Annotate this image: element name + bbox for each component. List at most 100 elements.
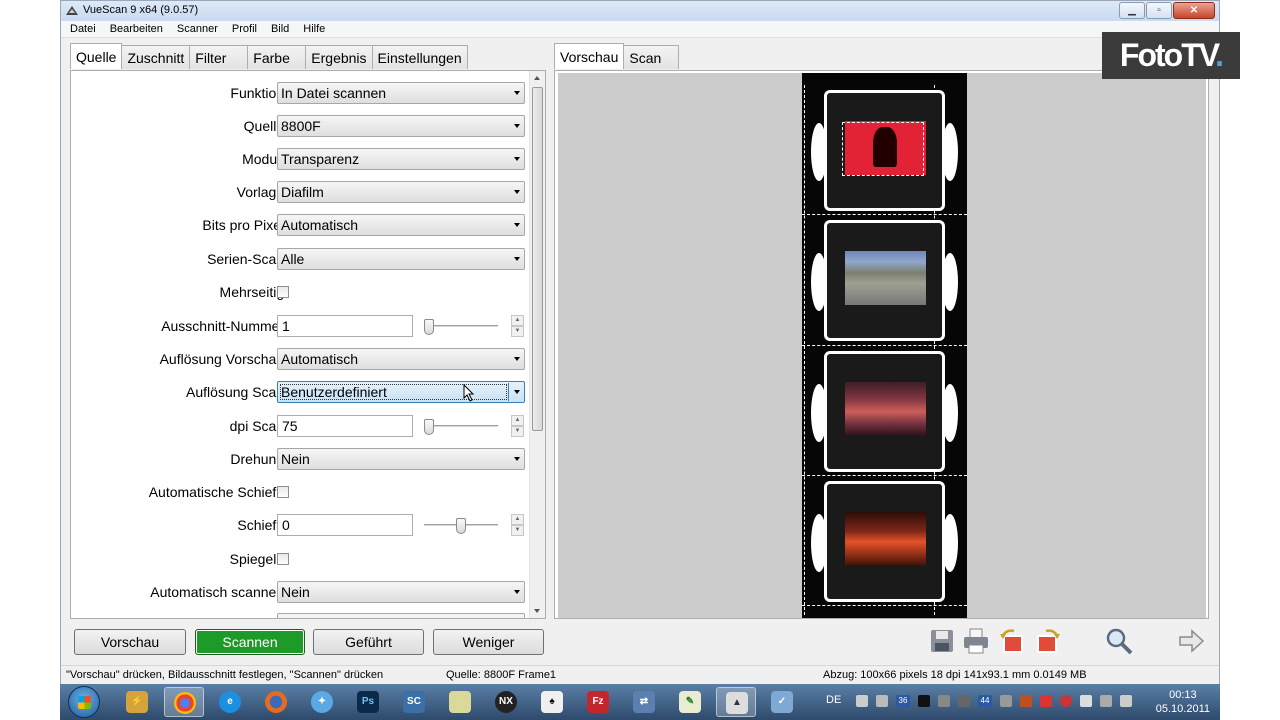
device-icon[interactable] xyxy=(938,695,950,707)
print-icon[interactable] xyxy=(962,627,990,655)
schiefe-input[interactable]: 0 xyxy=(277,514,413,536)
rotate-left-icon[interactable] xyxy=(998,627,1026,655)
speaker-icon[interactable] xyxy=(1000,695,1012,707)
maximize-button[interactable]: ▫ xyxy=(1146,2,1172,19)
aufl-vorschau-select[interactable]: Automatisch xyxy=(277,348,525,370)
menu-bearbeiten[interactable]: Bearbeiten xyxy=(101,21,168,37)
scannen-button[interactable]: Scannen xyxy=(195,629,305,655)
spin-down-icon[interactable]: ▼ xyxy=(511,326,524,337)
menu-datei[interactable]: Datei xyxy=(61,21,101,37)
spiegeln-checkbox[interactable] xyxy=(277,553,289,565)
weniger-button[interactable]: Weniger xyxy=(433,629,544,655)
ausschnitt-slider[interactable] xyxy=(424,319,498,335)
taskbar-network[interactable]: ⇄ xyxy=(624,687,664,717)
slider-thumb[interactable] xyxy=(456,518,466,534)
mehrseitig-checkbox[interactable] xyxy=(277,286,289,298)
minimize-button[interactable]: ▁ xyxy=(1119,2,1145,19)
slide-frame-2[interactable] xyxy=(811,220,958,341)
dpi-spinner[interactable]: ▲ ▼ xyxy=(511,415,524,437)
scroll-up-icon[interactable] xyxy=(534,76,540,80)
gefuehrt-button[interactable]: Geführt xyxy=(313,629,424,655)
spin-down-icon[interactable]: ▼ xyxy=(511,426,524,437)
app-tray-icon[interactable] xyxy=(1020,695,1032,707)
taskbar-sc[interactable]: SC xyxy=(394,687,434,717)
badge-44[interactable]: 44 xyxy=(978,695,992,707)
auto-schiefe-checkbox[interactable] xyxy=(277,486,289,498)
taskbar-nx2[interactable]: NX xyxy=(486,687,526,717)
taskbar-clock[interactable]: 00:13 05.10.2011 xyxy=(1156,688,1210,716)
spin-up-icon[interactable]: ▲ xyxy=(511,415,524,426)
slider-thumb[interactable] xyxy=(424,419,434,435)
flag-icon[interactable] xyxy=(1080,695,1092,707)
taskbar-settings[interactable]: ✓ xyxy=(762,687,802,717)
taskbar-photoshop[interactable]: Ps xyxy=(348,687,388,717)
language-indicator[interactable]: DE xyxy=(826,694,841,706)
tab-ergebnis[interactable]: Ergebnis xyxy=(305,45,373,69)
taskbar-firefox[interactable] xyxy=(256,687,296,717)
spin-up-icon[interactable]: ▲ xyxy=(511,315,524,326)
vorschau-button[interactable]: Vorschau xyxy=(74,629,186,655)
bits-select[interactable]: Automatisch xyxy=(277,214,525,236)
tab-quelle[interactable]: Quelle xyxy=(70,43,123,69)
monitor-icon[interactable] xyxy=(918,695,930,707)
schiefe-spinner[interactable]: ▲ ▼ xyxy=(511,514,524,536)
tab-einstellungen[interactable]: Einstellungen xyxy=(371,45,468,69)
crop-selection-box[interactable] xyxy=(842,122,924,176)
tab-vorschau[interactable]: Vorschau xyxy=(554,43,625,69)
ausschnitt-spinner[interactable]: ▲ ▼ xyxy=(511,315,524,337)
taskbar-internet-explorer[interactable]: e xyxy=(210,687,250,717)
schiefe-slider[interactable] xyxy=(424,518,498,534)
next-arrow-icon[interactable] xyxy=(1177,627,1205,655)
film-strip[interactable] xyxy=(802,73,967,618)
menu-hilfe[interactable]: Hilfe xyxy=(294,21,330,37)
taskbar-safari[interactable]: ✦ xyxy=(302,687,342,717)
taskbar-notes[interactable] xyxy=(440,687,480,717)
modus-select[interactable]: Transparenz xyxy=(277,148,525,170)
pen-icon[interactable] xyxy=(876,695,888,707)
tab-farbe[interactable]: Farbe xyxy=(247,45,307,69)
ausschnitt-input[interactable]: 1 xyxy=(277,315,413,337)
vorlage-select[interactable]: Diafilm xyxy=(277,181,525,203)
dpi-input[interactable]: 75 xyxy=(277,415,413,437)
close-button[interactable]: ✕ xyxy=(1173,2,1215,19)
zoom-icon[interactable] xyxy=(1105,627,1133,655)
network-tray-icon[interactable] xyxy=(1100,695,1112,707)
dpi-slider[interactable] xyxy=(424,419,498,435)
menu-profil[interactable]: Profil xyxy=(223,21,262,37)
auto-scannen-select[interactable]: Nein xyxy=(277,581,525,603)
tab-scan[interactable]: Scan xyxy=(623,45,680,69)
slider-thumb[interactable] xyxy=(424,319,434,335)
taskbar-chrome[interactable] xyxy=(164,687,204,717)
volume-icon[interactable] xyxy=(1120,695,1132,707)
badge-36[interactable]: 36 xyxy=(896,695,910,707)
save-icon[interactable] xyxy=(928,627,956,655)
start-button[interactable] xyxy=(68,686,100,718)
slide-frame-3[interactable] xyxy=(811,351,958,472)
quelle-select[interactable]: 8800F xyxy=(277,115,525,137)
scroll-thumb[interactable] xyxy=(532,87,543,431)
settings-scrollbar[interactable] xyxy=(529,71,545,618)
taskbar-solitaire[interactable]: ♠ xyxy=(532,687,572,717)
drehung-select[interactable]: Nein xyxy=(277,448,525,470)
funktion-select[interactable]: In Datei scannen xyxy=(277,82,525,104)
alert-icon[interactable] xyxy=(1060,695,1072,707)
next-select-partial[interactable] xyxy=(277,613,525,618)
rotate-right-icon[interactable] xyxy=(1034,627,1062,655)
tab-zuschnitt[interactable]: Zuschnitt xyxy=(121,45,191,69)
taskbar-notepad[interactable]: ✎ xyxy=(670,687,710,717)
menu-bild[interactable]: Bild xyxy=(262,21,294,37)
serien-select[interactable]: Alle xyxy=(277,248,525,270)
preview-canvas[interactable] xyxy=(558,73,1206,618)
slide-frame-4[interactable] xyxy=(811,481,958,602)
scroll-down-icon[interactable] xyxy=(534,609,540,613)
menu-scanner[interactable]: Scanner xyxy=(168,21,223,37)
aufl-scan-select[interactable]: Benutzerdefiniert xyxy=(277,381,525,403)
keyboard-icon[interactable] xyxy=(856,695,868,707)
taskbar-vuescan[interactable]: ▲ xyxy=(716,687,756,717)
antivirus-icon[interactable] xyxy=(1040,695,1052,707)
spin-down-icon[interactable]: ▼ xyxy=(511,525,524,536)
taskbar-filezilla[interactable]: Fz xyxy=(578,687,618,717)
tab-filter[interactable]: Filter xyxy=(189,45,249,69)
taskbar-explorer[interactable]: ⚡ xyxy=(117,687,157,717)
spin-up-icon[interactable]: ▲ xyxy=(511,514,524,525)
